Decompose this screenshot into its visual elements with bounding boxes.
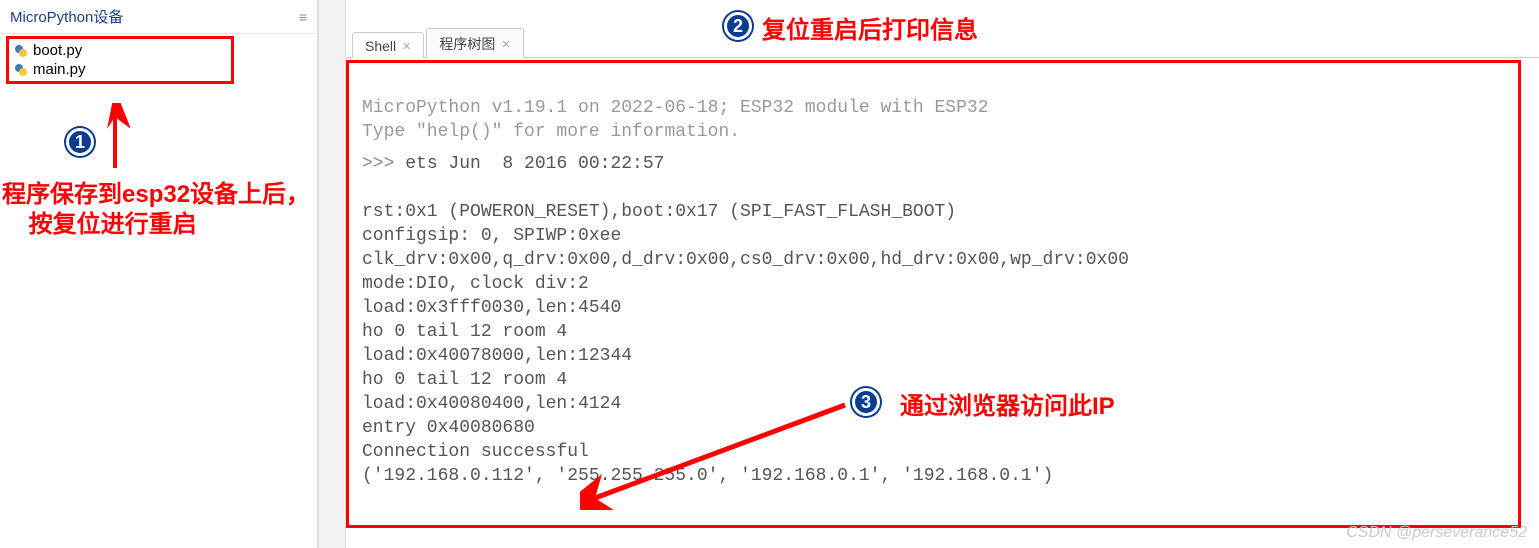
python-file-icon	[13, 62, 29, 78]
annotation-3: 通过浏览器访问此IP	[900, 386, 1115, 421]
shell-output-body: rst:0x1 (POWERON_RESET),boot:0x17 (SPI_F…	[362, 202, 1129, 486]
shell-area: Shell ✕ 程序树图 ✕ MicroPython v1.19.1 on 20…	[346, 0, 1539, 548]
shell-banner-2: Type "help()" for more information.	[362, 122, 740, 142]
panel-separator[interactable]	[318, 0, 346, 548]
file-item-main[interactable]: main.py	[13, 60, 227, 79]
shell-banner-1: MicroPython v1.19.1 on 2022-06-18; ESP32…	[362, 98, 989, 118]
shell-content[interactable]: MicroPython v1.19.1 on 2022-06-18; ESP32…	[346, 58, 1539, 526]
badge-3: 3	[852, 388, 880, 416]
file-item-boot[interactable]: boot.py	[13, 41, 227, 60]
shell-prompt-text: ets Jun 8 2016 00:22:57	[405, 154, 664, 174]
shell-prompt-symbol: >>>	[362, 154, 405, 174]
tab-program-tree[interactable]: 程序树图 ✕	[426, 28, 523, 58]
file-name: main.py	[33, 61, 86, 78]
file-name: boot.py	[33, 42, 82, 59]
tab-label: Shell	[365, 38, 396, 54]
tab-label: 程序树图	[439, 34, 495, 54]
device-panel: MicroPython设备 ≡ boot.py main.py	[0, 0, 318, 548]
device-panel-header: MicroPython设备 ≡	[0, 0, 317, 34]
annotation-2: 复位重启后打印信息	[762, 10, 978, 45]
python-file-icon	[13, 43, 29, 59]
panel-menu-icon[interactable]: ≡	[299, 9, 307, 25]
watermark: CSDN @perseverance52	[1346, 524, 1527, 542]
badge-2: 2	[724, 12, 752, 40]
close-icon[interactable]: ✕	[402, 40, 411, 53]
annotation-1: 程序保存到esp32设备上后， 按复位进行重启	[2, 180, 310, 240]
close-icon[interactable]: ✕	[501, 38, 510, 51]
badge-1: 1	[66, 128, 94, 156]
file-list: boot.py main.py	[6, 36, 234, 84]
tab-shell[interactable]: Shell ✕	[352, 32, 424, 58]
device-panel-title: MicroPython设备	[10, 6, 123, 27]
